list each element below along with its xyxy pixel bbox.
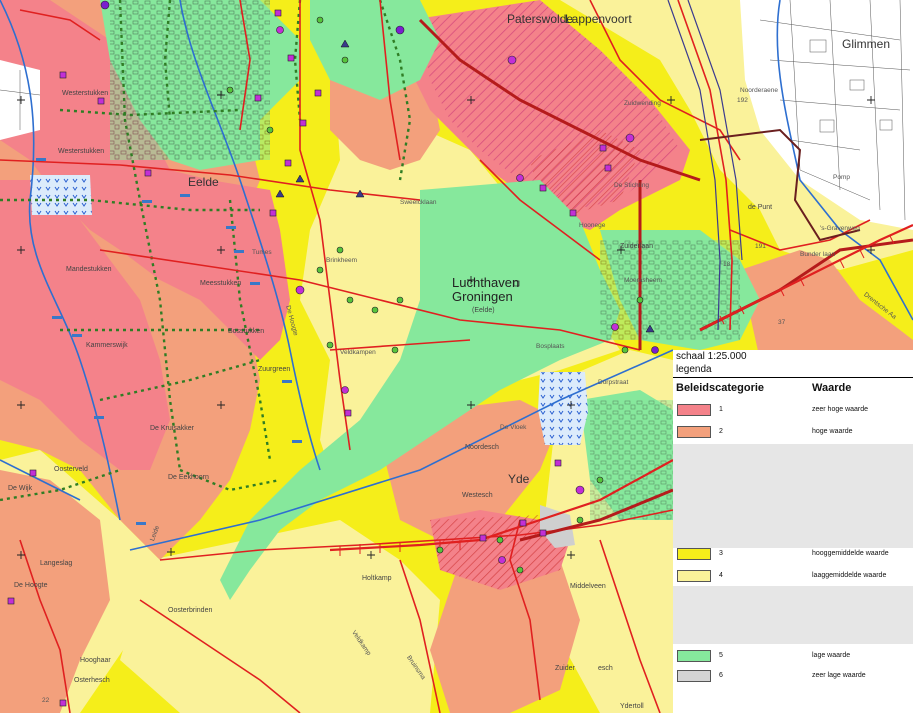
label-noorderaene: Noorderaene bbox=[740, 87, 778, 94]
legend-swatch-2 bbox=[677, 426, 711, 438]
label-de-hoogte: De Hoogte bbox=[14, 582, 48, 589]
lake-yde bbox=[538, 372, 588, 445]
label-glimmen: Glimmen bbox=[842, 37, 891, 51]
legend-desc-5: lage waarde bbox=[812, 652, 851, 659]
label-yde: Yde bbox=[508, 472, 530, 486]
label-langeslag: Langeslag bbox=[40, 560, 73, 567]
label-de-punt: de Punt bbox=[748, 204, 773, 211]
label-zuurgreen: Zuurgreen bbox=[258, 366, 291, 373]
label-bosplaats: Bosplaats bbox=[536, 343, 565, 350]
label-kammerswijk: Kammerswijk bbox=[86, 342, 128, 349]
label-de-wijk: De Wijk bbox=[8, 485, 33, 492]
label-moerasheem: Moerasheem bbox=[624, 277, 662, 284]
label-paterswolde: Paterswolde bbox=[507, 12, 574, 26]
label-veldkampen: Veldkampen bbox=[340, 349, 376, 356]
label-de-vloek: De Vloek bbox=[500, 424, 527, 431]
legend-header-value: Waarde bbox=[812, 382, 852, 394]
label-hooghaar: Hooghaar bbox=[80, 657, 111, 664]
label-de-kruisakker: De Kruisakker bbox=[150, 425, 194, 432]
legend-desc-4: laaggemiddelde waarde bbox=[812, 572, 887, 579]
legend-title: legenda bbox=[676, 364, 712, 375]
label-oosterbrinden: Oosterbrinden bbox=[168, 607, 213, 614]
legend-num-6: 6 bbox=[719, 672, 723, 679]
legend-num-3: 3 bbox=[719, 550, 723, 557]
legend-swatch-1 bbox=[677, 404, 711, 416]
legend-row-4: 4 laaggemiddelde waarde bbox=[673, 570, 913, 584]
legend-desc-3: hooggemiddelde waarde bbox=[812, 550, 889, 557]
label-hoonege: Hoonege bbox=[579, 222, 606, 229]
label-zuiderlaan: Zuiderlaan bbox=[620, 243, 654, 250]
legend-band-2 bbox=[673, 586, 913, 644]
legend-swatch-3 bbox=[677, 548, 711, 560]
legend-row-1: 1 zeer hoge waarde bbox=[673, 404, 913, 418]
label-westerstukk: Westerstukken bbox=[58, 148, 105, 155]
label-westerstukken: Westerstukken bbox=[62, 90, 109, 97]
legend-divider bbox=[673, 377, 913, 378]
label-ydertoll: Ydertoll bbox=[620, 703, 644, 710]
label-brinkheem: Brinkheem bbox=[326, 257, 358, 264]
label-oosterveld: Oosterveld bbox=[54, 466, 88, 473]
urban-eelde-north bbox=[110, 0, 270, 160]
label-lappenvoort: Lappenvoort bbox=[565, 12, 632, 26]
legend-scale: schaal 1:25.000 bbox=[676, 351, 747, 362]
label-zuider: Zuider bbox=[555, 665, 575, 672]
label-middelveen: Middelveen bbox=[570, 583, 606, 590]
label-road-192: 192 bbox=[737, 97, 748, 104]
legend-row-2: 2 hoge waarde bbox=[673, 426, 913, 440]
legend-band-1 bbox=[673, 444, 913, 548]
legend-num-5: 5 bbox=[719, 652, 723, 659]
label-bunder-laan: Bunder laan bbox=[800, 251, 836, 258]
legend-swatch-5 bbox=[677, 650, 711, 662]
label-eekhoorn: De Eekhoorn bbox=[168, 474, 209, 481]
lake-west bbox=[30, 175, 92, 215]
label-luchthaven-2: Groningen bbox=[452, 289, 513, 304]
legend-row-5: 5 lage waarde bbox=[673, 650, 913, 664]
label-s-gravenweg: 's-Gravenweg bbox=[820, 225, 860, 232]
label-zuidwending: Zuidwending bbox=[624, 100, 661, 107]
label-luchthaven-3: (Eelde) bbox=[472, 307, 495, 314]
label-noordesch: Noordesch bbox=[465, 444, 499, 451]
label-westesch: Westesch bbox=[462, 492, 493, 499]
label-road-22: 22 bbox=[42, 697, 50, 704]
legend-desc-6: zeer lage waarde bbox=[812, 672, 866, 679]
label-meesstukken: Meesstukken bbox=[200, 280, 242, 287]
label-sweelcklaan: Sweelcklaan bbox=[400, 199, 437, 206]
legend-num-2: 2 bbox=[719, 428, 723, 435]
legend-panel: schaal 1:25.000 legenda Beleidscategorie… bbox=[673, 350, 913, 713]
label-road-191: 191 bbox=[755, 243, 766, 250]
legend-swatch-6 bbox=[677, 670, 711, 682]
label-dorpstraat: Dorpstraat bbox=[598, 379, 629, 386]
label-luchthaven-1: Luchthaven bbox=[452, 275, 520, 290]
label-holtkamp: Holtkamp bbox=[362, 575, 392, 582]
label-de-stichting: De Stichting bbox=[614, 182, 650, 189]
legend-desc-2: hoge waarde bbox=[812, 428, 853, 435]
legend-swatch-4 bbox=[677, 570, 711, 582]
label-road-18: 18 bbox=[723, 261, 731, 268]
legend-num-4: 4 bbox=[719, 572, 723, 579]
legend-desc-1: zeer hoge waarde bbox=[812, 406, 869, 413]
label-esch: esch bbox=[598, 665, 613, 672]
legend-row-6: 6 zeer lage waarde bbox=[673, 670, 913, 684]
legend-row-3: 3 hooggemiddelde waarde bbox=[673, 548, 913, 562]
label-mandestukken: Mandestukken bbox=[66, 266, 112, 273]
label-osterhesch: Osterhesch bbox=[74, 677, 110, 684]
label-pomp: Pomp bbox=[833, 174, 850, 181]
legend-header-category: Beleidscategorie bbox=[676, 382, 765, 394]
label-eelde: Eelde bbox=[188, 175, 219, 189]
label-bosstukken: Bosstukken bbox=[228, 328, 265, 335]
label-road-37: 37 bbox=[778, 319, 786, 326]
label-tumes: Tumes bbox=[252, 249, 272, 256]
urban-yde bbox=[590, 400, 673, 520]
legend-num-1: 1 bbox=[719, 406, 723, 413]
